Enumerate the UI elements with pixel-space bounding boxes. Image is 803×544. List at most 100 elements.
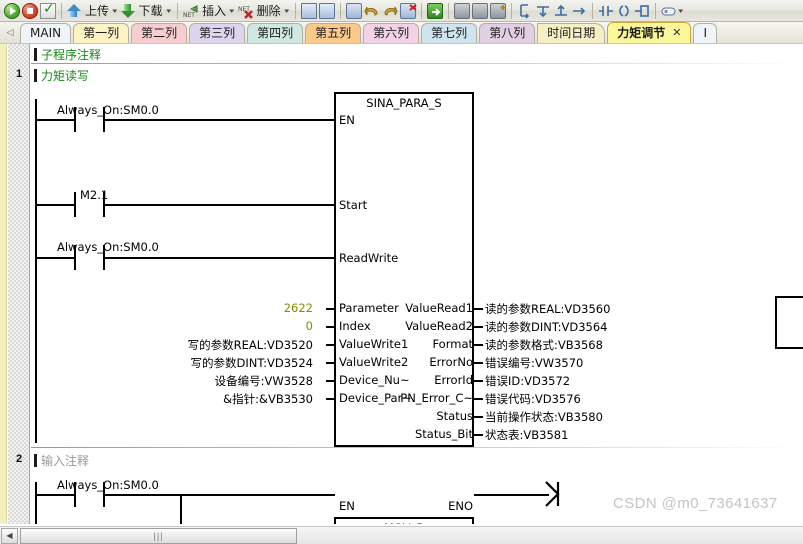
scroll-left-button[interactable]: ◀: [1, 527, 18, 544]
up-branch-button[interactable]: [552, 1, 570, 21]
horizontal-scrollbar[interactable]: ◀ |||: [0, 526, 803, 544]
operand-errorno[interactable]: 错误编号:VW3570: [485, 355, 583, 371]
bookmark-gutter: [0, 44, 7, 524]
network-number-gutter: [8, 44, 30, 524]
operand-valuewrite2[interactable]: 写的参数DINT:VD3524: [191, 355, 313, 371]
pin-index: Index: [339, 319, 371, 333]
down-branch-button[interactable]: [534, 1, 552, 21]
pin-stub: [474, 308, 483, 310]
subroutine-comment[interactable]: 子程序注释: [41, 46, 101, 63]
branch-button[interactable]: [516, 1, 534, 21]
add-lock-button[interactable]: [489, 1, 507, 21]
tab-col-5[interactable]: 第五列: [305, 23, 362, 43]
delete-button[interactable]: NET 删除: [237, 1, 284, 21]
label-button[interactable]: [660, 1, 678, 21]
contact-label-always-on-1[interactable]: Always_On:SM0.0: [57, 103, 159, 117]
clear-button[interactable]: [399, 1, 417, 21]
pin-stub: [474, 362, 483, 364]
box-instruction-button[interactable]: [633, 1, 651, 21]
contact-label-always-on-3[interactable]: Always_On:SM0.0: [57, 478, 159, 492]
tab-col-6[interactable]: 第六列: [363, 23, 420, 43]
rung-wire: [35, 204, 75, 206]
pin-device-nu: Device_Nu~: [339, 373, 410, 387]
download-button[interactable]: 下载: [120, 1, 166, 21]
operand-valuewrite1[interactable]: 写的参数REAL:VD3520: [188, 337, 313, 353]
pin-stub: [326, 308, 335, 310]
contact-label-always-on-2[interactable]: Always_On:SM0.0: [57, 240, 159, 254]
operand-pn-error-c[interactable]: 错误代码:VD3576: [485, 391, 581, 407]
operand-status-bit[interactable]: 状态表:VB3581: [485, 427, 568, 443]
right-arrow-icon: [571, 3, 587, 19]
contact-bar-left: [74, 107, 76, 132]
tab-scroll-left-button[interactable]: ◁: [0, 22, 20, 43]
lock-button[interactable]: [453, 1, 471, 21]
label-dropdown-caret[interactable]: ▾: [678, 7, 683, 15]
tab-col-4[interactable]: 第四列: [247, 23, 304, 43]
download-dropdown-caret[interactable]: ▾: [166, 7, 171, 15]
check-icon: [40, 0, 56, 19]
network-1-comment[interactable]: 力矩读写: [41, 67, 89, 84]
ladder-canvas[interactable]: 子程序注释 1 力矩读写 Always_On:SM0.0 M2.1 Always…: [0, 44, 803, 524]
scroll-thumb[interactable]: |||: [20, 527, 297, 544]
tab-next[interactable]: I: [693, 23, 717, 43]
operand-device-par[interactable]: &指针:&VB3530: [223, 391, 313, 407]
tab-col-3[interactable]: 第三列: [189, 23, 246, 43]
tab-datetime[interactable]: 时间日期: [537, 23, 606, 43]
operand-valueread2[interactable]: 读的参数DINT:VD3564: [485, 319, 607, 335]
tab-col-7[interactable]: 第七列: [421, 23, 478, 43]
run-button[interactable]: [3, 1, 21, 21]
watermark-text: CSDN @m0_73641637: [613, 495, 778, 512]
upload-dropdown-caret[interactable]: ▾: [112, 7, 117, 15]
unlock-button[interactable]: [471, 1, 489, 21]
pin-stub: [326, 380, 335, 382]
rung-wire: [104, 494, 335, 496]
insert-label: 插入: [202, 4, 227, 18]
coil-arrow-icon: [544, 480, 564, 513]
compile-button[interactable]: [39, 0, 57, 21]
undo-button[interactable]: [363, 1, 381, 21]
operand-valueread1[interactable]: 读的参数REAL:VD3560: [485, 301, 610, 317]
section-divider: [31, 447, 803, 448]
tab-torque-adjust[interactable]: 力矩调节 ✕: [607, 22, 692, 43]
function-block-mov-b[interactable]: MOV_B: [334, 517, 474, 524]
operand-format[interactable]: 读的参数格式:VB3568: [485, 337, 603, 353]
contact-no-button[interactable]: [597, 1, 615, 21]
goto-button[interactable]: [426, 1, 444, 21]
tab-col-8[interactable]: 第八列: [479, 23, 536, 43]
operand-status[interactable]: 当前操作状态:VB3580: [485, 409, 603, 425]
insert-dropdown-caret[interactable]: ▾: [229, 7, 234, 15]
insert-button[interactable]: NET 插入: [182, 1, 229, 21]
pin-valueread1: ValueRead1: [405, 301, 473, 315]
network-view-button[interactable]: [300, 1, 318, 21]
close-icon[interactable]: ✕: [672, 23, 681, 43]
contact-bar-left: [74, 192, 76, 217]
lock-plus-icon: [490, 2, 507, 19]
branch-down-wire: [180, 494, 182, 524]
toolbar-separator: [421, 2, 423, 19]
redo-arrow-icon: [382, 3, 398, 19]
coil-button[interactable]: [615, 1, 633, 21]
pin-stub: [326, 326, 335, 328]
delete-dropdown-caret[interactable]: ▾: [284, 7, 289, 15]
stop-button[interactable]: [21, 1, 39, 21]
play-icon: [4, 2, 20, 19]
right-branch-button[interactable]: [570, 1, 588, 21]
pin-errorid: ErrorId: [434, 373, 473, 387]
upload-button[interactable]: 上传: [66, 1, 112, 21]
operand-index[interactable]: 0: [306, 319, 313, 333]
tab-torque-adjust-label: 力矩调节: [617, 26, 666, 40]
new-block-button[interactable]: [345, 1, 363, 21]
network-2-comment[interactable]: 输入注释: [41, 452, 89, 469]
operand-device-nu[interactable]: 设备编号:VW3528: [215, 373, 313, 389]
tab-main[interactable]: MAIN: [20, 23, 72, 43]
clear-x-icon: [400, 2, 417, 19]
toolbar-separator: [177, 2, 179, 19]
tab-col-1[interactable]: 第一列: [73, 23, 130, 43]
symbol-table-button[interactable]: [318, 1, 336, 21]
rung-wire: [35, 119, 75, 121]
operand-parameter[interactable]: 2622: [284, 301, 313, 315]
rung-wire: [35, 257, 75, 259]
redo-button[interactable]: [381, 1, 399, 21]
tab-col-2[interactable]: 第二列: [131, 23, 188, 43]
operand-errorid[interactable]: 错误ID:VD3572: [485, 373, 570, 389]
